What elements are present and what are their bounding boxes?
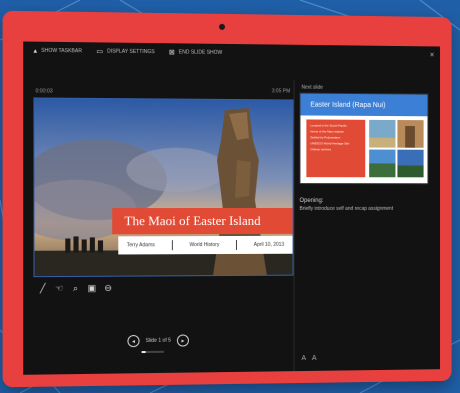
zoom-icon[interactable]: ⌕ <box>70 282 80 293</box>
display-settings-button[interactable]: ▭ DISPLAY SETTINGS <box>96 47 154 56</box>
slide-counter: Slide 1 of 5 <box>145 337 171 344</box>
next-slide-bullets: Located in the South Pacific Home of the… <box>306 119 366 178</box>
slide-title: The Maoi of Easter Island <box>112 207 293 235</box>
next-slide-button[interactable]: ▸ <box>176 334 189 347</box>
photo-thumbnail <box>397 149 424 178</box>
end-show-icon: ⊠ <box>168 49 175 57</box>
separator <box>236 239 238 250</box>
bullet-item: UNESCO World Heritage Site <box>310 141 350 146</box>
show-taskbar-label: SHOW TASKBAR <box>41 47 82 55</box>
slide-subtitle: Terry Adams World History April 10, 2013 <box>118 235 293 255</box>
current-slide[interactable]: The Maoi of Easter Island Terry Adams Wo… <box>33 97 294 278</box>
next-slide-images <box>369 119 424 178</box>
next-slide-title: Easter Island (Rapa Nui) <box>300 93 428 117</box>
photo-thumbnail <box>369 149 396 178</box>
end-slide-show-button[interactable]: ⊠ END SLIDE SHOW <box>169 48 222 57</box>
zoom-in-icon[interactable]: A <box>312 355 317 362</box>
camera-icon <box>219 23 226 30</box>
presenter-view: ▴ SHOW TASKBAR ▭ DISPLAY SETTINGS ⊠ END … <box>23 41 441 375</box>
display-icon: ▭ <box>96 48 104 56</box>
slide-progress-fill <box>141 350 147 354</box>
close-icon[interactable]: × <box>430 50 435 59</box>
slide-navigation: ◂ Slide 1 of 5 ▸ <box>127 334 189 348</box>
speaker-notes-title: Opening: <box>299 198 324 204</box>
slide-progress-bar <box>141 350 164 354</box>
presenter-toolbar: ▴ SHOW TASKBAR ▭ DISPLAY SETTINGS ⊠ END … <box>23 41 440 64</box>
photo-thumbnail <box>369 119 396 148</box>
bullet-item: Located in the South Pacific <box>310 123 347 128</box>
bullet-item: Chilean territory <box>310 147 332 152</box>
end-slide-show-label: END SLIDE SHOW <box>178 49 223 56</box>
presenter-name: Terry Adams <box>126 242 155 249</box>
bullet-item: Home of the Maoi statues <box>310 129 344 134</box>
pane-divider[interactable] <box>293 80 295 372</box>
screen-icon[interactable]: ▣ <box>87 282 97 293</box>
bullet-item: Settled by Polynesians <box>310 135 341 140</box>
photo-thumbnail <box>397 120 424 148</box>
next-slide-preview[interactable]: Easter Island (Rapa Nui) Located in the … <box>299 92 429 185</box>
clock: 3:05 PM <box>271 88 291 95</box>
annotation-tools: ╱ ☜ ⌕ ▣ ⊖ <box>38 282 114 294</box>
next-slide-label: Next slide <box>301 84 324 91</box>
course-name: World History <box>189 242 220 249</box>
zoom-out-icon[interactable]: A <box>301 355 306 362</box>
elapsed-timer: 0:00:03 <box>35 88 53 95</box>
pen-icon[interactable]: ╱ <box>38 283 48 293</box>
taskbar-icon: ▴ <box>33 47 38 55</box>
notes-zoom-controls: A A <box>301 355 316 362</box>
more-icon[interactable]: ⊖ <box>103 282 113 293</box>
show-taskbar-button[interactable]: ▴ SHOW TASKBAR <box>33 47 82 56</box>
slide-date: April 10, 2013 <box>253 241 285 248</box>
speaker-notes-text: Briefly introduce self and recap assignm… <box>299 205 394 212</box>
display-settings-label: DISPLAY SETTINGS <box>107 48 155 56</box>
separator <box>171 240 173 251</box>
pointer-icon[interactable]: ☜ <box>54 283 64 293</box>
tablet-device: ▴ SHOW TASKBAR ▭ DISPLAY SETTINGS ⊠ END … <box>2 10 452 388</box>
previous-slide-button[interactable]: ◂ <box>127 334 140 348</box>
